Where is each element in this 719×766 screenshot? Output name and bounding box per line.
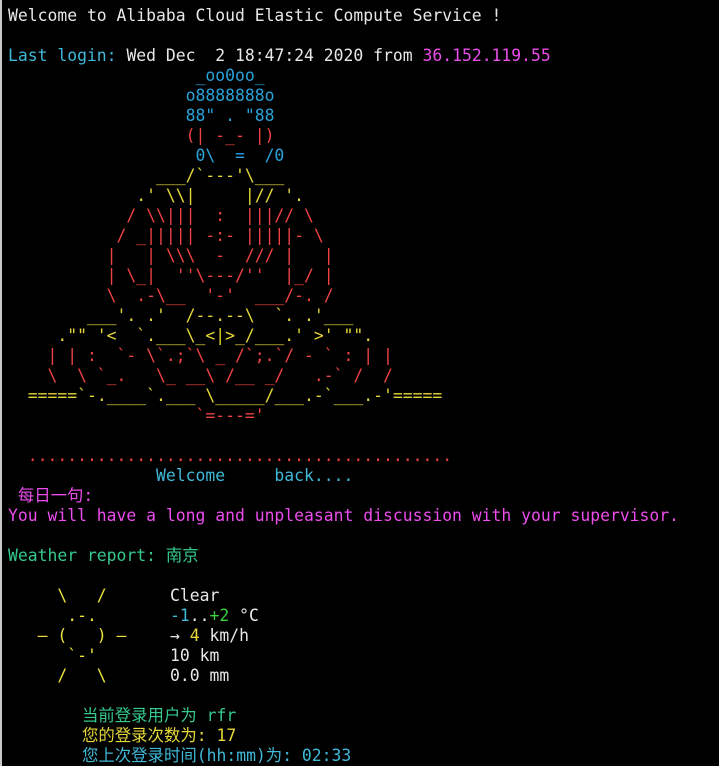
last-login-ip: 36.152.119.55 — [422, 46, 551, 65]
art-line: _oo0oo_ — [8, 66, 265, 85]
ground-line: =====`-.____`.___ \_____/___.-`___.-'===… — [27, 386, 443, 405]
art-line: \ \ `_. \_ __\ /__ _/ .-` / / — [8, 366, 393, 385]
weather-visibility: 10 km — [170, 646, 220, 665]
sun-icon-line: / \ — [8, 666, 147, 685]
sun-icon-line: \ / — [8, 586, 147, 605]
art-line: ___'. .' /--.--\ `. .'___ — [8, 306, 354, 325]
weather-wind: → 4 km/h — [170, 626, 249, 646]
last-login-label: Last login: — [8, 46, 117, 65]
art-line: 88" . "88 — [8, 106, 275, 125]
art-line: ."" '< `.___\_<|>_/___.' >' "". — [8, 326, 374, 345]
last-login-datetime: Wed Dec 2 18:47:24 2020 from — [126, 46, 413, 65]
welcome-line: Welcome to Alibaba Cloud Elastic Compute… — [8, 6, 502, 25]
weather-precipitation: 0.0 mm — [170, 666, 230, 685]
art-line: .' \\| |// '. — [8, 186, 305, 205]
art-line: | | : `- \`.;`\ _ /`;.`/ - ` : | | — [8, 346, 393, 365]
temp-high: +2 — [209, 606, 230, 625]
sun-icon-line: ― ( ) ― — [8, 626, 147, 645]
art-line: | \_| ''\---/'' |_/ | — [8, 266, 334, 285]
art-line: \ .-\__ '-' ___/-. / — [8, 286, 334, 305]
art-line-ground: =====`-.____`.___ \_____/___.-`___.-'===… — [8, 386, 442, 406]
last-login-time-line: 您上次登录时间(hh:mm)为: 02:33 — [82, 746, 352, 765]
art-line: / \\||| : |||// \ — [8, 206, 314, 225]
wind-arrow-icon: → — [170, 626, 180, 645]
temp-low: -1 — [170, 606, 190, 625]
welcome-back-line: Welcome back.... — [8, 466, 354, 485]
weather-condition: Clear — [170, 586, 220, 605]
current-user-line: 当前登录用户为 rfr — [82, 706, 237, 725]
daily-quote-text: You will have a long and unpleasant disc… — [8, 506, 680, 525]
art-line: / _||||| -:- |||||- \ — [8, 226, 324, 245]
sun-icon-line: `-' — [8, 646, 147, 665]
art-line: 0\ = /0 — [8, 146, 285, 165]
terminal-window[interactable]: Welcome to Alibaba Cloud Elastic Compute… — [0, 0, 719, 766]
weather-header: Weather report: 南京 — [8, 546, 199, 566]
art-line: o8888888o — [8, 86, 275, 105]
login-count-line: 您的登录次数为: 17 — [82, 726, 237, 745]
daily-quote-label: 每日一句: — [8, 486, 94, 505]
temp-unit: °C — [229, 606, 259, 625]
ground-left — [8, 386, 28, 405]
wind-unit: km/h — [199, 626, 249, 645]
weather-city: 南京 — [165, 546, 199, 565]
weather-label: Weather report: — [8, 546, 157, 565]
art-dots: ........................................… — [8, 446, 453, 465]
temp-sep: .. — [189, 606, 210, 625]
art-line: | | \\\ - /// | | — [8, 246, 334, 265]
last-login-line: Last login: Wed Dec 2 18:47:24 2020 from… — [8, 46, 551, 66]
art-line: `=---=' — [8, 406, 265, 425]
wind-speed: 4 — [189, 626, 200, 645]
art-line: ___/`---'\___ — [8, 166, 285, 185]
art-line: (| -_- |) — [8, 126, 275, 145]
weather-temperature: -1..+2 °C — [170, 606, 259, 626]
sun-icon-line: .-. — [8, 606, 147, 625]
